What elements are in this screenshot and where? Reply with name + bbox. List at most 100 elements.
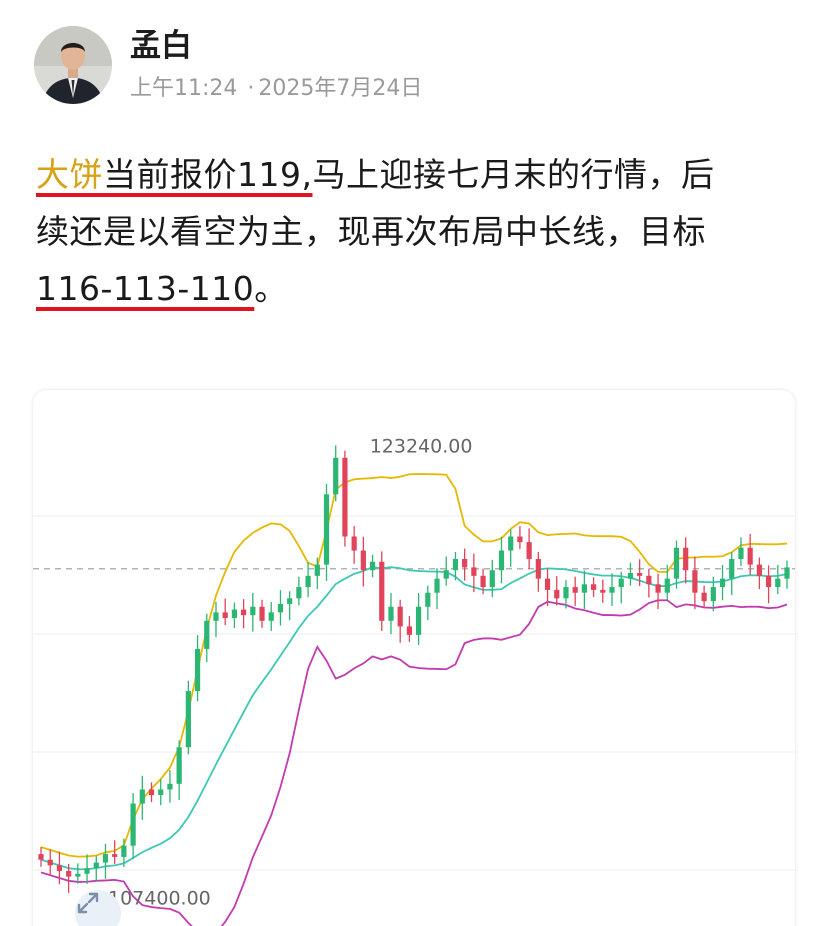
candle-body	[526, 542, 532, 559]
candle-body	[784, 567, 790, 579]
candle-body	[305, 575, 311, 588]
post-text-line-2: 续还是以看空为主，现再次布局中长线，目标	[36, 212, 706, 251]
candle-body	[369, 561, 376, 571]
highlight-term: 大饼	[36, 155, 103, 194]
candle-body	[388, 606, 394, 621]
post-text-rest: 马上迎接七月末的行情，后	[312, 155, 715, 194]
candle-body	[213, 612, 219, 621]
candle-body	[683, 547, 689, 571]
chart-canvas: 123240.00 107400.00	[33, 435, 795, 926]
post-text: 大饼当前报价119,马上迎接七月末的行情，后 续还是以看空为主，现再次布局中长线…	[36, 146, 796, 317]
bollinger-bands	[40, 473, 788, 926]
candle-body	[710, 587, 716, 602]
candle-body	[655, 584, 661, 593]
candle-body	[241, 609, 247, 616]
candle-body	[462, 558, 468, 568]
candle-body	[287, 598, 293, 604]
expand-arrows-icon	[77, 892, 99, 914]
candle-body	[544, 578, 551, 590]
candle-body	[434, 578, 440, 593]
candle-body	[121, 845, 127, 857]
candle-body	[47, 859, 53, 866]
min-price-label: 107400.00	[108, 888, 211, 910]
post-text-line-3: 116-113-110。	[36, 260, 796, 317]
candle-body	[277, 603, 284, 613]
candle-body	[148, 789, 155, 796]
lower-band-line	[40, 599, 788, 926]
candlesticks	[38, 445, 790, 893]
candle-body	[75, 873, 81, 877]
avatar[interactable]	[34, 26, 112, 104]
candle-body	[572, 587, 578, 593]
candle-body	[471, 567, 477, 576]
price-targets: 116-113-110	[36, 269, 255, 308]
candle-body	[765, 575, 772, 588]
author-name[interactable]: 孟白	[130, 26, 192, 66]
candle-body	[397, 606, 403, 627]
candle-body	[517, 536, 523, 543]
candle-body	[314, 564, 320, 576]
candle-body	[729, 558, 735, 579]
price-statement: 当前报价119,	[103, 155, 313, 194]
candle-body	[581, 584, 587, 593]
candle-body	[443, 570, 449, 579]
candle-body	[756, 564, 762, 576]
candle-body	[508, 536, 514, 551]
candle-body	[425, 592, 431, 607]
candle-body	[351, 536, 357, 551]
meta-separator: ·	[247, 76, 255, 101]
candle-body	[489, 570, 495, 588]
candle-body	[416, 606, 422, 635]
candle-body	[204, 620, 210, 649]
candle-body	[139, 789, 145, 804]
candle-body	[637, 573, 643, 576]
candle-body	[498, 550, 505, 571]
candle-body	[664, 578, 670, 593]
candle-body	[66, 870, 72, 877]
post-date: 2025年7月24日	[258, 76, 423, 101]
candle-body	[673, 547, 680, 579]
candle-body	[452, 558, 459, 571]
candle-body	[590, 584, 597, 590]
candle-body	[194, 648, 201, 692]
candle-body	[618, 578, 624, 588]
candle-body	[535, 558, 541, 579]
candle-body	[360, 550, 366, 571]
post: 孟白 上午11:24 · 2025年7月24日 大饼当前报价119,马上迎接七月末的…	[0, 0, 828, 926]
candle-body	[56, 865, 63, 871]
middle-band-line	[40, 566, 788, 871]
candle-body	[102, 854, 109, 863]
candle-body	[646, 575, 652, 585]
candle-body	[268, 612, 274, 621]
candle-body	[406, 626, 412, 635]
candle-body	[259, 606, 265, 621]
candle-body	[738, 547, 744, 559]
candle-body	[342, 457, 348, 537]
avatar-image	[34, 26, 112, 104]
candle-body	[747, 547, 753, 565]
candle-body	[554, 589, 560, 599]
upper-band-line	[40, 473, 788, 858]
candle-body	[231, 609, 238, 618]
candle-body	[775, 578, 781, 588]
candle-body	[38, 854, 44, 860]
candle-body	[84, 868, 90, 874]
candle-body	[480, 575, 486, 588]
max-price-label: 123240.00	[370, 435, 473, 457]
post-time: 上午11:24	[130, 76, 238, 101]
candle-body	[701, 592, 707, 602]
candle-body	[379, 561, 385, 621]
candle-body	[176, 747, 182, 784]
candle-body	[158, 789, 164, 796]
candle-body	[296, 587, 302, 599]
candle-body	[185, 691, 191, 748]
candle-body	[563, 587, 569, 599]
price-chart[interactable]: 123240.00 107400.00	[33, 390, 795, 926]
candle-body	[333, 457, 339, 495]
candle-body	[323, 494, 330, 565]
candle-body	[222, 612, 228, 618]
post-meta: 上午11:24 · 2025年7月24日	[130, 74, 422, 104]
candle-body	[130, 803, 136, 846]
candle-body	[93, 862, 99, 869]
candle-body	[609, 587, 615, 593]
